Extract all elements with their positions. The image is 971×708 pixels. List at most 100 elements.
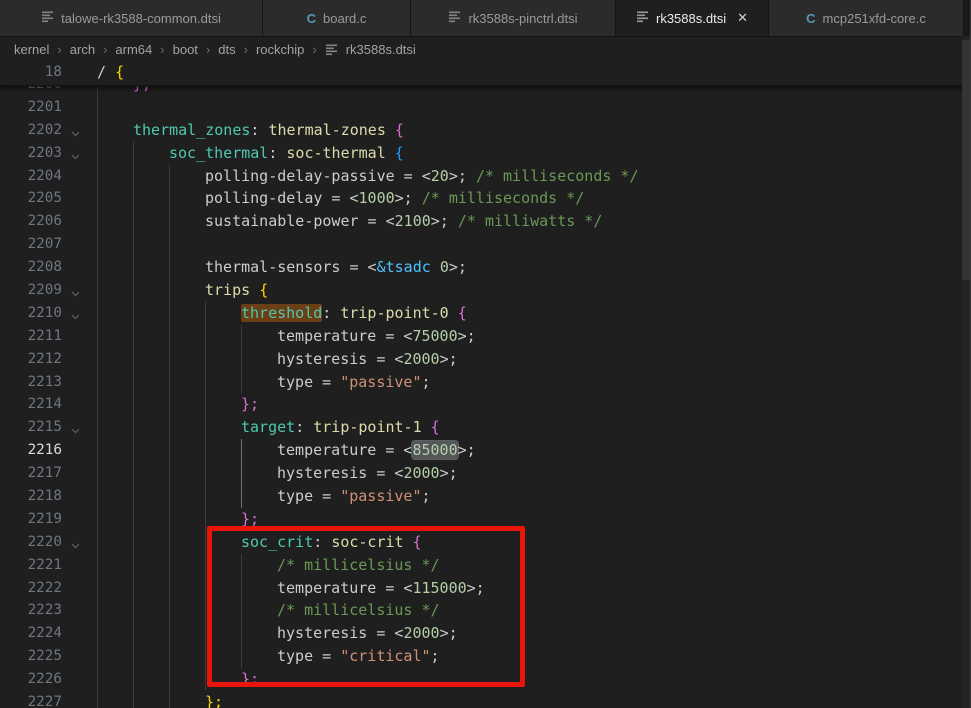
gutter: 2207: [0, 233, 97, 256]
indent-guide: [97, 439, 133, 462]
indent-guide: [169, 187, 205, 210]
code-token: [422, 418, 431, 436]
indent-guide: [133, 302, 169, 325]
code-line[interactable]: 2206sustainable-power = <2100>; /* milli…: [0, 210, 971, 233]
code-line[interactable]: 2208thermal-sensors = <&tsadc 0>;: [0, 256, 971, 279]
indent-guide: [241, 485, 277, 508]
breadcrumb-file[interactable]: rk3588s.dtsi: [346, 42, 416, 57]
indent-guide: [133, 348, 169, 371]
code-token: polling-delay-passive = <: [205, 167, 431, 185]
code-line[interactable]: 2212hysteresis = <2000>;: [0, 348, 971, 371]
indent-guide: [97, 577, 133, 600]
gutter: 2210: [0, 302, 97, 325]
code-line[interactable]: 2214};: [0, 393, 971, 416]
close-icon[interactable]: ✕: [737, 10, 748, 26]
indent-guide: [133, 279, 169, 302]
indent-guide: [133, 531, 169, 554]
code-token: 2000: [403, 464, 439, 482]
line-number: 2220: [0, 531, 62, 554]
line-number: 2203: [0, 142, 62, 165]
line-number: 2200: [0, 85, 62, 96]
code-line[interactable]: 2216temperature = <85000>;: [0, 439, 971, 462]
code-line[interactable]: 2215target: trip-point-1 {: [0, 416, 971, 439]
code-line[interactable]: 2207: [0, 233, 971, 256]
breadcrumb-item[interactable]: boot: [173, 42, 198, 57]
indent-guide: [133, 691, 169, 708]
code-line[interactable]: 2217hysteresis = <2000>;: [0, 462, 971, 485]
tab-rk3588s-dtsi-active[interactable]: rk3588s.dtsi ✕: [616, 0, 769, 36]
gutter: 2213: [0, 371, 97, 394]
code-line[interactable]: 2200};: [0, 85, 971, 96]
code-token: thermal-zones: [268, 121, 385, 139]
indent-guide: [97, 462, 133, 485]
indent-guide: [241, 325, 277, 348]
code-token: {: [431, 418, 440, 436]
breadcrumb-item[interactable]: rockchip: [256, 42, 304, 57]
breadcrumb-item[interactable]: arm64: [115, 42, 152, 57]
indent-guide: [133, 416, 169, 439]
line-number: 2212: [0, 348, 62, 371]
indent-guide: [169, 302, 205, 325]
code-token: 75000: [412, 327, 457, 345]
tab-talowe-rk3588-common-dtsi[interactable]: talowe-rk3588-common.dtsi: [0, 0, 263, 36]
code-token: [386, 144, 395, 162]
indent-guide: [169, 668, 205, 691]
tab-board-c[interactable]: C board.c: [263, 0, 411, 36]
code-line[interactable]: 2205polling-delay = <1000>; /* milliseco…: [0, 187, 971, 210]
code-line[interactable]: 2227};: [0, 691, 971, 708]
code-line[interactable]: 2209trips {: [0, 279, 971, 302]
code-line[interactable]: 2201: [0, 96, 971, 119]
code-line[interactable]: 2213type = "passive";: [0, 371, 971, 394]
line-number: 2208: [0, 256, 62, 279]
indent-guide: [133, 439, 169, 462]
breadcrumb-item[interactable]: kernel: [14, 42, 49, 57]
indent-guide: [97, 165, 133, 188]
indent-guide: [133, 599, 169, 622]
code-line[interactable]: 2204polling-delay-passive = <20>; /* mil…: [0, 165, 971, 188]
code-token: [431, 258, 440, 276]
gutter: 2211: [0, 325, 97, 348]
tab-rk3588s-pinctrl-dtsi[interactable]: rk3588s-pinctrl.dtsi: [411, 0, 616, 36]
line-number: 2215: [0, 416, 62, 439]
code-line[interactable]: 2210threshold: trip-point-0 {: [0, 302, 971, 325]
tab-label: rk3588s-pinctrl.dtsi: [468, 11, 577, 26]
code-token: ;: [422, 487, 431, 505]
code-line[interactable]: 18/ {: [0, 61, 971, 84]
indent-guide: [97, 85, 133, 96]
tab-mcp251xfd-core-c[interactable]: C mcp251xfd-core.c: [769, 0, 964, 36]
sticky-line-host: 18/ {: [0, 61, 971, 84]
indent-guide: [169, 531, 205, 554]
indent-guide: [169, 256, 205, 279]
code-token: temperature = <: [277, 327, 412, 345]
indent-guide: [169, 165, 205, 188]
code-token: temperature = <: [277, 441, 412, 459]
line-number: 2218: [0, 485, 62, 508]
indent-guide: [133, 393, 169, 416]
code-token: soc_thermal: [169, 144, 268, 162]
code-token: [449, 304, 458, 322]
line-number: 2206: [0, 210, 62, 233]
breadcrumb-item[interactable]: arch: [70, 42, 95, 57]
tab-label: rk3588s.dtsi: [656, 11, 726, 26]
indent-guide: [241, 439, 277, 462]
sticky-scroll[interactable]: 18/ {: [0, 61, 971, 86]
code-token: {: [458, 304, 467, 322]
code-line[interactable]: 2211temperature = <75000>;: [0, 325, 971, 348]
line-number: 2205: [0, 187, 62, 210]
code-line[interactable]: 2218type = "passive";: [0, 485, 971, 508]
code-token: :: [295, 418, 313, 436]
code-line[interactable]: 2203soc_thermal: soc-thermal {: [0, 142, 971, 165]
indent-guide: [169, 439, 205, 462]
gutter: 2200: [0, 85, 97, 96]
code-token: 2000: [403, 350, 439, 368]
gutter: 2214: [0, 393, 97, 416]
indent-guide: [133, 462, 169, 485]
line-number: 2226: [0, 668, 62, 691]
indent-guide: [97, 210, 133, 233]
gutter: 2202: [0, 119, 97, 142]
indent-guide: [97, 393, 133, 416]
indent-guide: [97, 371, 133, 394]
indent-guide: [97, 187, 133, 210]
breadcrumb-item[interactable]: dts: [218, 42, 235, 57]
code-line[interactable]: 2202thermal_zones: thermal-zones {: [0, 119, 971, 142]
